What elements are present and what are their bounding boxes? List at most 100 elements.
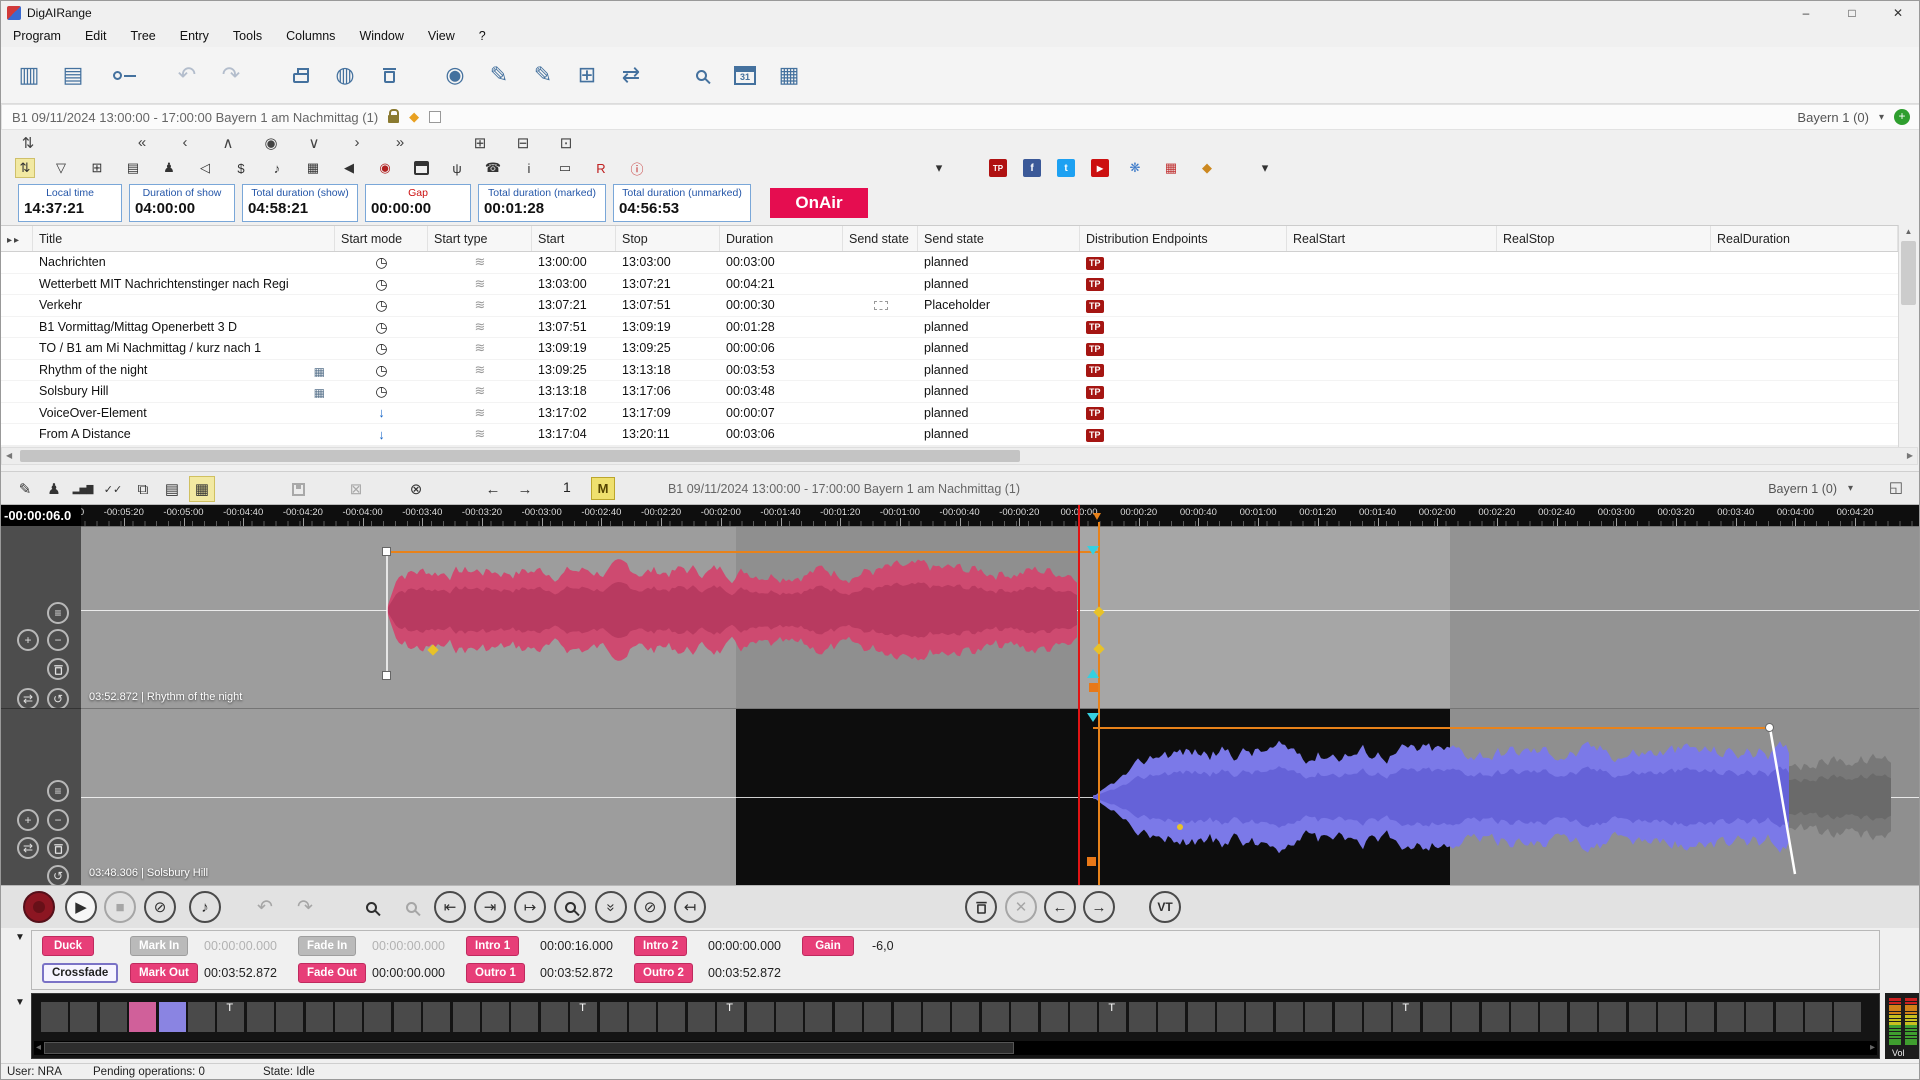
preset-dropdown-icon[interactable]: ▾ xyxy=(929,158,949,178)
record-source-icon[interactable]: ◉ xyxy=(375,158,395,178)
overview-block[interactable] xyxy=(129,1002,156,1032)
column-header-realstart[interactable]: RealStart xyxy=(1287,226,1497,251)
overview-block[interactable] xyxy=(1570,1002,1597,1032)
overview-block[interactable] xyxy=(1335,1002,1362,1032)
overview-block[interactable] xyxy=(335,1002,362,1032)
overview-block[interactable] xyxy=(658,1002,685,1032)
undo-button[interactable]: ↶ xyxy=(249,891,281,923)
edit-marker[interactable] xyxy=(1089,683,1098,692)
table-hscroll-thumb[interactable] xyxy=(20,450,1020,462)
overview-block[interactable] xyxy=(629,1002,656,1032)
gain-button[interactable]: Gain xyxy=(802,936,854,956)
overview-block[interactable] xyxy=(1687,1002,1714,1032)
mark-in-button[interactable]: Mark In xyxy=(130,936,188,956)
layout-columns-icon[interactable]: ▥ xyxy=(13,59,45,91)
copy-icon[interactable]: ⧉ xyxy=(130,476,156,502)
voice-track-button[interactable]: VT xyxy=(1149,891,1181,923)
prelisten-button[interactable]: ♪ xyxy=(189,891,221,923)
edit-marker[interactable] xyxy=(382,547,391,556)
collapse-overview-button[interactable]: ▼ xyxy=(15,997,25,1008)
calendar-small-icon[interactable] xyxy=(411,158,431,178)
channel-selector[interactable]: Bayern 1 (0) xyxy=(1797,110,1869,125)
scroll-right-icon[interactable]: ▶ xyxy=(1907,451,1913,460)
editor-channel-caret-icon[interactable]: ▾ xyxy=(1848,483,1853,494)
column-header-realduration[interactable]: RealDuration xyxy=(1711,226,1898,251)
info-icon[interactable]: i xyxy=(519,158,539,178)
add-channel-button[interactable]: + xyxy=(1894,109,1910,125)
overview-scrollbar[interactable]: ◂ ▸ xyxy=(34,1041,1877,1055)
menu-tree[interactable]: Tree xyxy=(130,29,155,43)
track1-menu-button[interactable]: ≡ xyxy=(47,602,69,624)
table-add-icon[interactable]: ⊞ xyxy=(571,59,603,91)
grid-view-icon[interactable]: ▦ xyxy=(773,59,805,91)
overview-block[interactable] xyxy=(70,1002,97,1032)
insert-entry-icon[interactable]: ⊞ xyxy=(469,132,491,154)
film-icon[interactable]: ▦ xyxy=(303,158,323,178)
overview-block[interactable] xyxy=(1482,1002,1509,1032)
zoom-off-button[interactable]: ⊘ xyxy=(634,891,666,923)
calendar-icon[interactable]: 31 xyxy=(734,66,756,85)
intro-2-button[interactable]: Intro 2 xyxy=(634,936,687,956)
mode-m-button[interactable]: M xyxy=(591,477,615,500)
edit-cursor-line[interactable] xyxy=(1098,522,1100,885)
save-take-icon[interactable] xyxy=(285,476,311,502)
overview-block[interactable] xyxy=(1599,1002,1626,1032)
square-icon[interactable] xyxy=(429,111,441,123)
menu-view[interactable]: View xyxy=(428,29,455,43)
menu-program[interactable]: Program xyxy=(13,29,61,43)
column-header-title[interactable]: Title xyxy=(33,226,335,251)
history-back-icon[interactable]: ← xyxy=(480,476,506,502)
redo-button[interactable]: ↷ xyxy=(289,891,321,923)
undo-icon[interactable]: ↶ xyxy=(171,59,203,91)
track1-swap-button[interactable]: ⇄ xyxy=(17,688,39,710)
expand-all-icon[interactable]: ▸▸ xyxy=(7,235,21,246)
table-row[interactable]: Solsbury Hill▦◷≋13:13:1813:17:0600:03:48… xyxy=(1,381,1898,403)
announcement-icon[interactable]: ◁ xyxy=(195,158,215,178)
delete-take-button[interactable] xyxy=(965,891,997,923)
edit-marker[interactable] xyxy=(1177,824,1183,830)
info-circle-icon[interactable]: ⓘ xyxy=(627,158,647,178)
scroll-down-button[interactable]: » xyxy=(595,891,627,923)
overview-block[interactable] xyxy=(1364,1002,1391,1032)
overview-block[interactable] xyxy=(952,1002,979,1032)
overview-block[interactable] xyxy=(453,1002,480,1032)
filter-icon[interactable]: ▽ xyxy=(51,158,71,178)
column-header-start-type[interactable]: Start type xyxy=(428,226,532,251)
minimize-button[interactable]: – xyxy=(1783,1,1829,25)
overview-block[interactable] xyxy=(1070,1002,1097,1032)
overview-block[interactable] xyxy=(923,1002,950,1032)
distribution-icon-1[interactable]: ❋ xyxy=(1125,158,1145,178)
track2-remove-button[interactable]: − xyxy=(47,809,69,831)
youtube-icon[interactable]: ▶ xyxy=(1091,159,1109,177)
overview-scroll-right-icon[interactable]: ▸ xyxy=(1870,1041,1875,1055)
overview-scroll-left-icon[interactable]: ◂ xyxy=(36,1041,41,1055)
outro-1-button[interactable]: Outro 1 xyxy=(466,963,525,983)
money-icon[interactable]: $ xyxy=(231,158,251,178)
menu-tools[interactable]: Tools xyxy=(233,29,262,43)
overview-scroll-thumb[interactable] xyxy=(44,1042,1014,1054)
overview-block[interactable] xyxy=(1511,1002,1538,1032)
overview-block[interactable] xyxy=(864,1002,891,1032)
overview-block[interactable] xyxy=(1217,1002,1244,1032)
overview-block[interactable] xyxy=(894,1002,921,1032)
edit-marker[interactable] xyxy=(1087,669,1099,678)
track2-swap-button[interactable]: ⇄ xyxy=(17,837,39,859)
timeline-ruler[interactable]: -00:05:40-00:05:20-00:05:00-00:04:40-00:… xyxy=(1,505,1920,526)
edit-marker[interactable] xyxy=(1087,857,1096,866)
column-header-distribution-endpoints[interactable]: Distribution Endpoints xyxy=(1080,226,1287,251)
overview-block[interactable] xyxy=(1246,1002,1273,1032)
column-header-start-mode[interactable]: Start mode xyxy=(335,226,428,251)
grid-snap-icon[interactable]: ▦ xyxy=(189,476,215,502)
track1-remove-button[interactable]: − xyxy=(47,629,69,651)
paste-icon[interactable]: ▤ xyxy=(159,476,185,502)
overview-block[interactable] xyxy=(1776,1002,1803,1032)
zoom-out-button[interactable] xyxy=(395,891,427,923)
goto-first-icon[interactable]: « xyxy=(131,132,153,154)
overview-block[interactable] xyxy=(159,1002,186,1032)
track1-loop-button[interactable]: ↺ xyxy=(47,688,69,710)
edit-pencil-icon[interactable]: ✎ xyxy=(12,476,38,502)
channel-caret-icon[interactable]: ▾ xyxy=(1879,112,1884,123)
track1-trash-button[interactable] xyxy=(47,658,69,680)
overview-block[interactable] xyxy=(1423,1002,1450,1032)
table-row[interactable]: Nachrichten◷≋13:00:0013:03:0000:03:00pla… xyxy=(1,252,1898,274)
